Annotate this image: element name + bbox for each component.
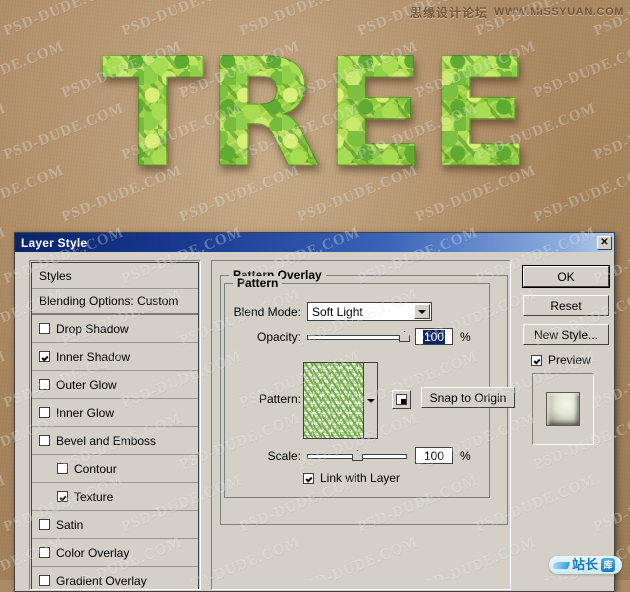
link-with-layer-checkbox[interactable]: Link with Layer — [303, 471, 400, 485]
dialog-title: Layer Style — [21, 235, 88, 250]
pattern-label: Pattern: — [258, 392, 301, 406]
scale-percent-label: % — [460, 448, 471, 463]
opacity-label: Opacity: — [256, 329, 301, 344]
style-row-inner-glow[interactable]: Inner Glow — [32, 399, 198, 427]
preview-checkbox[interactable]: Preview — [531, 353, 609, 367]
checkbox-icon[interactable] — [57, 463, 68, 474]
style-row-satin[interactable]: Satin — [32, 511, 198, 539]
checkbox-icon[interactable] — [57, 491, 68, 502]
tree-artwork-text: TREE — [98, 39, 533, 190]
style-row-label: Texture — [74, 489, 114, 504]
checkbox-icon[interactable] — [39, 547, 50, 558]
pattern-group-title: Pattern — [233, 276, 283, 290]
opacity-value: 100 — [422, 329, 446, 344]
opacity-percent-label: % — [460, 329, 471, 344]
opacity-row: Opacity: 100 % — [231, 328, 471, 345]
new-style-button[interactable]: New Style... — [523, 324, 609, 345]
scale-label: Scale: — [267, 448, 301, 463]
preview-thumbnail — [546, 392, 580, 426]
pattern-swatch-preview — [304, 363, 363, 438]
scale-slider[interactable] — [307, 449, 407, 462]
styles-list: Styles Blending Options: Custom Drop Sha… — [31, 262, 199, 589]
preview-thumbnail-box — [532, 373, 594, 445]
style-row-label: Gradient Overlay — [56, 573, 147, 588]
blend-mode-select[interactable]: Soft Light — [307, 302, 432, 321]
checkbox-icon[interactable] — [39, 351, 50, 362]
swoosh-icon — [553, 559, 569, 572]
style-row-inner-shadow[interactable]: Inner Shadow — [32, 343, 198, 371]
checkbox-icon[interactable] — [39, 519, 50, 530]
checkbox-icon[interactable] — [39, 407, 50, 418]
site-logo: 站长 库 — [548, 556, 622, 574]
style-row-label: Inner Glow — [56, 405, 115, 420]
style-row-label: Outer Glow — [56, 377, 117, 392]
styles-list-blending-options[interactable]: Blending Options: Custom — [32, 289, 198, 315]
dialog-titlebar[interactable]: Layer Style ✕ — [15, 233, 614, 252]
styles-list-header-label: Styles — [39, 268, 72, 283]
scale-value: 100 — [423, 448, 445, 463]
styles-list-rows: Drop Shadow Inner Shadow Outer Glow Inner G… — [32, 315, 198, 589]
site-logo-badge: 库 — [601, 558, 615, 572]
tree-artwork: TREE — [0, 14, 630, 214]
opacity-slider-thumb[interactable] — [399, 331, 410, 342]
style-row-label: Bevel and Emboss — [56, 433, 157, 448]
site-logo-text: 站长 — [571, 557, 598, 572]
close-icon[interactable]: ✕ — [597, 235, 612, 250]
preview-label: Preview — [548, 353, 591, 367]
new-style-button-label: New Style... — [533, 327, 599, 342]
style-row-bevel-and-emboss[interactable]: Bevel and Emboss — [32, 427, 198, 455]
style-row-texture[interactable]: Texture — [32, 483, 198, 511]
scale-slider-thumb[interactable] — [352, 450, 363, 461]
new-pattern-button[interactable] — [392, 390, 411, 409]
checkbox-icon[interactable] — [39, 379, 50, 390]
style-row-gradient-overlay[interactable]: Gradient Overlay — [32, 567, 198, 589]
checkbox-icon[interactable] — [39, 323, 50, 334]
reset-button-label: Reset — [550, 298, 582, 313]
settings-panel: Pattern Overlay Pattern Blend Mode: Soft… — [211, 260, 515, 590]
style-row-label: Satin — [56, 517, 84, 532]
snap-to-origin-button[interactable]: Snap to Origin — [421, 387, 515, 408]
pattern-swatch-picker[interactable] — [303, 362, 378, 439]
chevron-down-icon[interactable] — [414, 304, 430, 319]
scale-row: Scale: 100 % — [231, 447, 471, 464]
ok-button[interactable]: OK — [522, 265, 610, 288]
blend-mode-value: Soft Light — [312, 304, 363, 319]
opacity-slider[interactable] — [307, 330, 410, 343]
new-pattern-icon — [396, 394, 407, 405]
style-row-color-overlay[interactable]: Color Overlay — [32, 539, 198, 567]
style-row-label: Color Overlay — [56, 545, 130, 560]
styles-list-header[interactable]: Styles — [32, 263, 198, 289]
checkbox-icon[interactable] — [39, 575, 50, 586]
pattern-group: Pattern Blend Mode: Soft Light Opacity: — [224, 276, 515, 498]
checkbox-icon[interactable] — [39, 435, 50, 446]
opacity-slider-track — [307, 335, 407, 340]
ok-button-label: OK — [557, 269, 575, 284]
blending-options-label: Blending Options: Custom — [39, 294, 179, 308]
style-row-outer-glow[interactable]: Outer Glow — [32, 371, 198, 399]
checkbox-icon[interactable] — [531, 354, 542, 366]
blend-mode-label: Blend Mode: — [233, 304, 301, 319]
dialog-buttons: OK Reset New Style... Preview — [522, 265, 610, 445]
style-row-drop-shadow[interactable]: Drop Shadow — [32, 315, 198, 343]
dialog-body: Styles Blending Options: Custom Drop Sha… — [15, 252, 614, 591]
chevron-down-icon[interactable] — [363, 363, 377, 438]
snap-to-origin-label: Snap to Origin — [429, 390, 507, 405]
checkbox-icon[interactable] — [303, 472, 314, 484]
layer-style-dialog: Layer Style ✕ Styles Blending Options: C… — [14, 232, 615, 592]
style-row-contour[interactable]: Contour — [32, 455, 198, 483]
blend-mode-row: Blend Mode: Soft Light — [231, 302, 432, 321]
link-with-layer-label: Link with Layer — [320, 471, 401, 485]
pattern-row: Pattern: — [231, 392, 301, 406]
style-row-label: Contour — [74, 461, 117, 476]
scale-input[interactable]: 100 — [415, 447, 453, 464]
style-row-label: Inner Shadow — [56, 349, 131, 364]
reset-button[interactable]: Reset — [523, 295, 609, 316]
opacity-input[interactable]: 100 — [415, 328, 453, 345]
styles-list-panel: Styles Blending Options: Custom Drop Sha… — [29, 260, 201, 590]
style-row-label: Drop Shadow — [56, 321, 129, 336]
